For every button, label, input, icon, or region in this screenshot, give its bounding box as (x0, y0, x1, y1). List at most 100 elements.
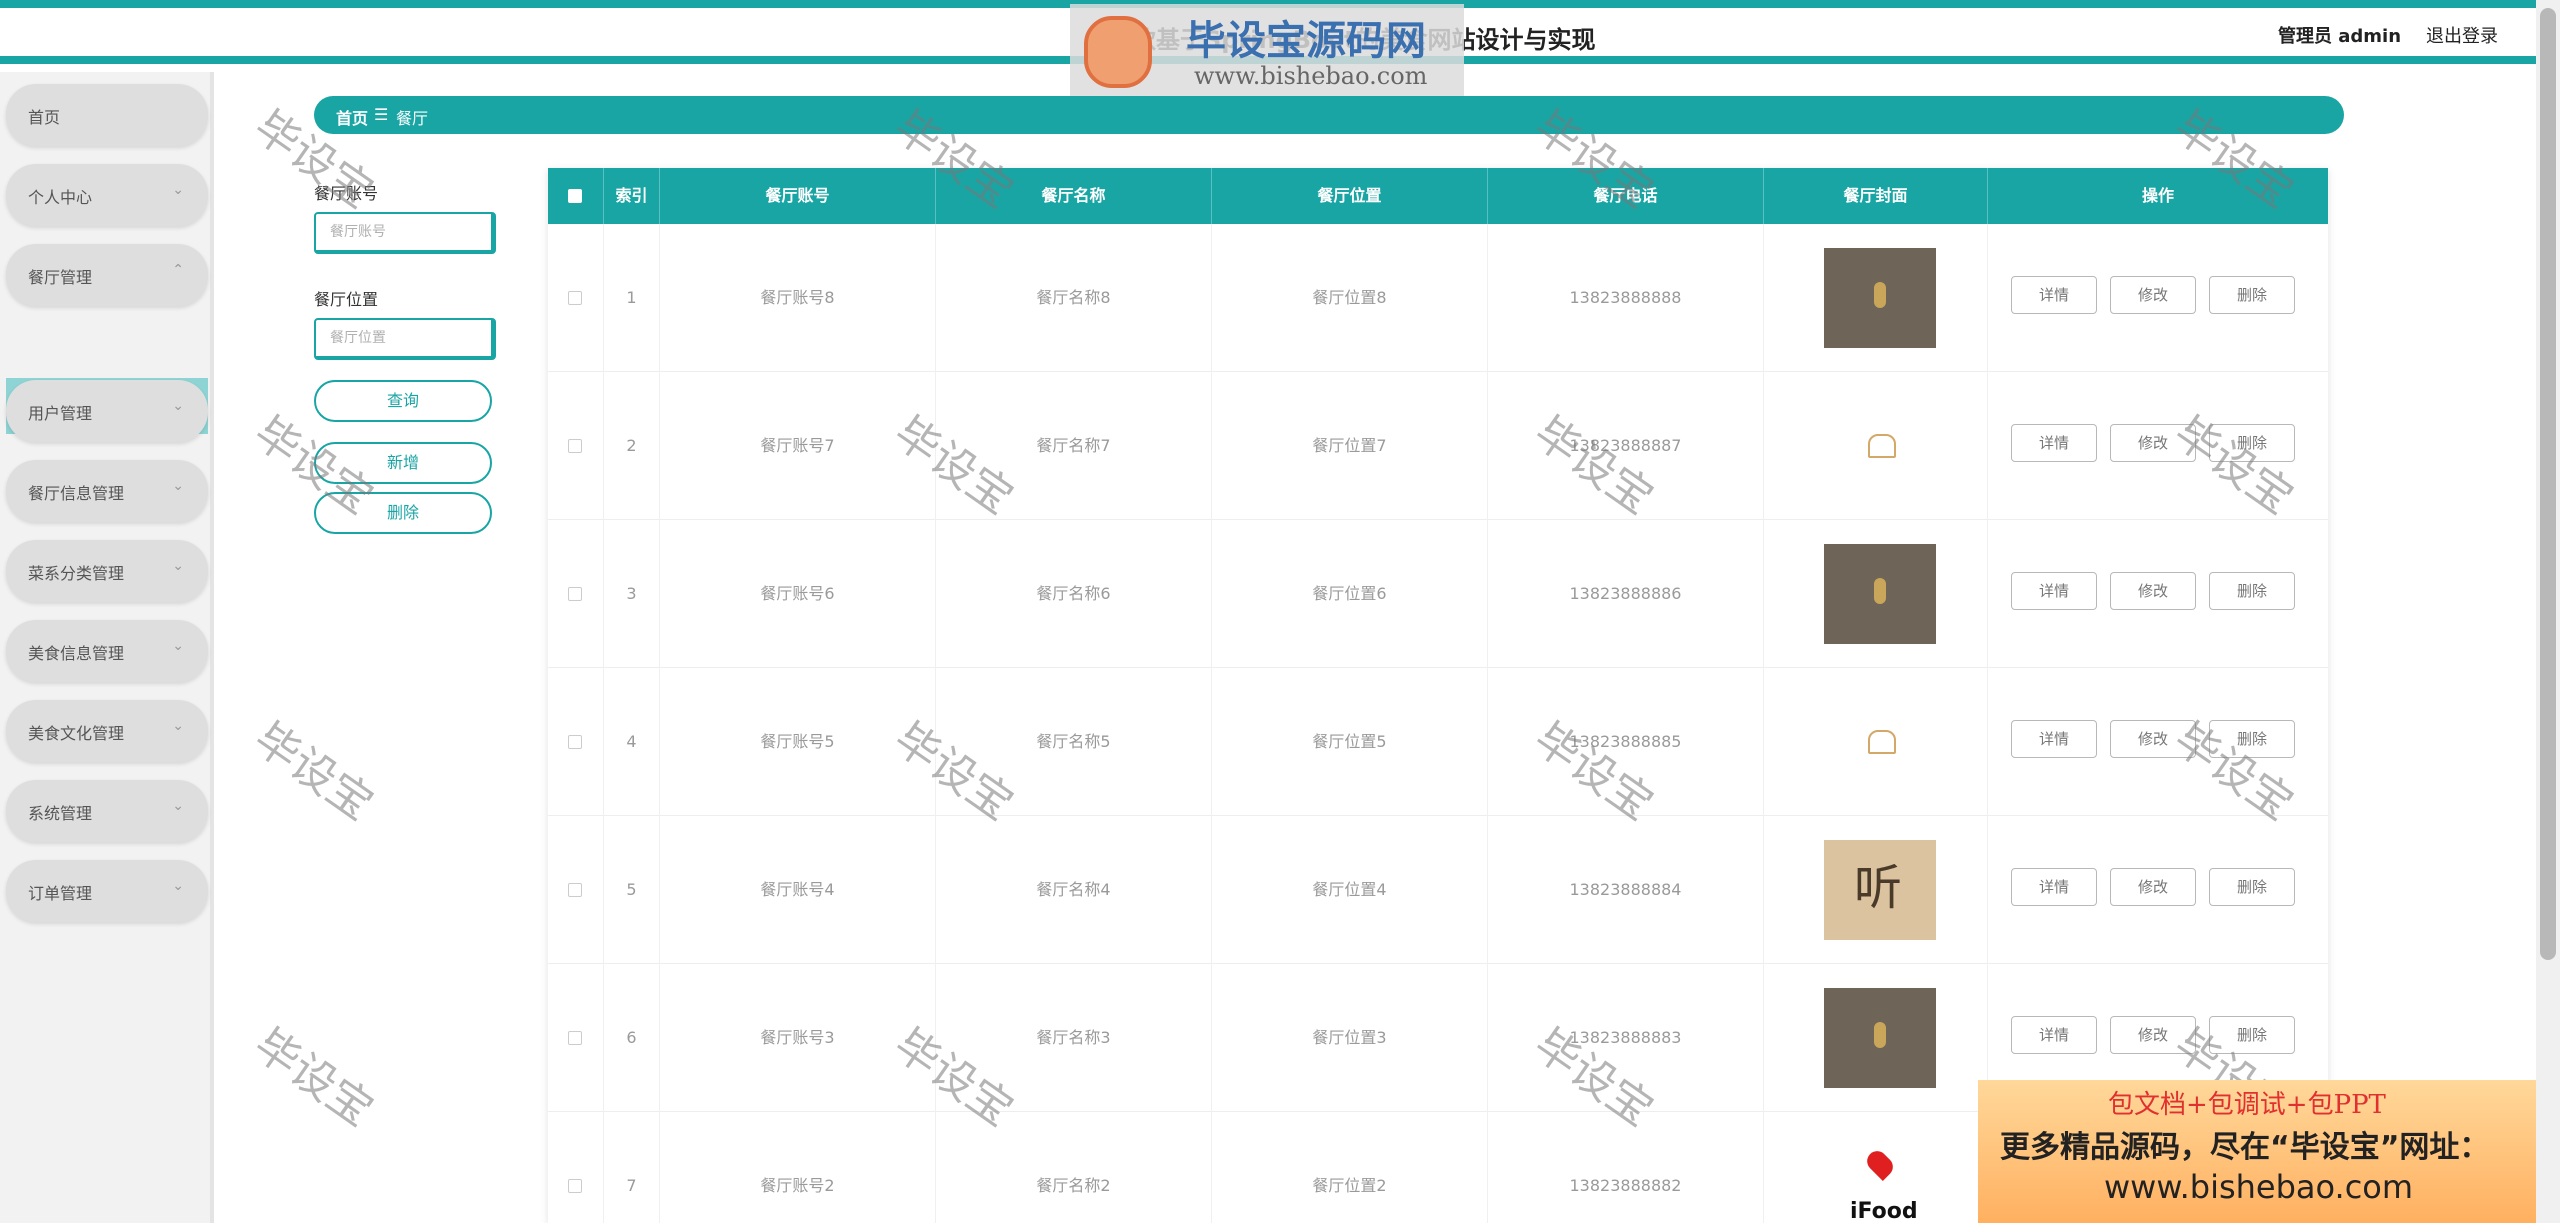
cell-phone: 13823888887 (1488, 372, 1764, 520)
sidebar-item-order-management[interactable]: 订单管理 ⌄ (6, 860, 208, 922)
sidebar-item-restaurant-info-management[interactable]: 餐厅信息管理 ⌄ (6, 460, 208, 522)
cell-account: 餐厅账号5 (660, 668, 936, 816)
cell-name: 餐厅名称2 (936, 1112, 1212, 1223)
restaurant-cover-image (1824, 692, 1936, 792)
add-button[interactable]: 新增 (314, 442, 492, 484)
table-row: 2 餐厅账号7 餐厅名称7 餐厅位置7 13823888887 详情 修改 删除 (548, 372, 2328, 520)
delete-button[interactable]: 删除 (2209, 424, 2295, 462)
logout-link[interactable]: 退出登录 (2426, 22, 2498, 48)
sidebar-item-food-info-management[interactable]: 美食信息管理 ⌄ (6, 620, 208, 682)
table-row: 5餐厅账号4餐厅名称4餐厅位置413823888884 详情修改删除 (548, 816, 2328, 964)
cell-select (548, 520, 604, 668)
sidebar-item-user-management[interactable]: 用户管理 ⌄ (6, 380, 208, 442)
breadcrumb-separator-icon: ☰ (374, 105, 389, 124)
sidebar-item-label: 首页 (28, 108, 61, 127)
detail-button[interactable]: 详情 (2011, 572, 2097, 610)
cell-account: 餐厅账号8 (660, 224, 936, 372)
ad-line-1: 包文档+包调试+包PPT (2108, 1090, 2386, 1120)
logo-url: www.bishebao.com (1194, 62, 1428, 90)
cell-location: 餐厅位置3 (1212, 964, 1488, 1112)
cell-select (548, 372, 604, 520)
column-header-account: 餐厅账号 (660, 168, 936, 224)
chevron-down-icon: ⌄ (172, 478, 184, 494)
chevron-down-icon: ⌄ (172, 182, 184, 198)
account-search-input[interactable] (314, 212, 496, 254)
ad-line-3: www.bishebao.com (2104, 1168, 2414, 1206)
ad-line-2: 更多精品源码，尽在“毕设宝”网址： (2000, 1130, 2490, 1165)
detail-button[interactable]: 详情 (2011, 276, 2097, 314)
cell-location: 餐厅位置7 (1212, 372, 1488, 520)
account-label: 餐厅账号 (314, 184, 379, 203)
cell-name: 餐厅名称5 (936, 668, 1212, 816)
table-header: 索引 餐厅账号 餐厅名称 餐厅位置 餐厅电话 餐厅封面 操作 (548, 168, 2328, 224)
column-header-cover: 餐厅封面 (1764, 168, 1988, 224)
detail-button[interactable]: 详情 (2011, 720, 2097, 758)
watermark-logo-overlay: 毕设宝源码网 www.bishebao.com (1070, 4, 1464, 100)
edit-button[interactable]: 修改 (2110, 868, 2196, 906)
breadcrumb: 首页 ☰ 餐厅 (314, 96, 2344, 134)
table-row: 1 餐厅账号8 餐厅名称8 餐厅位置8 13823888888 详情 修改 删除 (548, 224, 2328, 372)
edit-button[interactable]: 修改 (2110, 1016, 2196, 1054)
cell-name: 餐厅名称8 (936, 224, 1212, 372)
chevron-up-icon: ⌃ (172, 262, 184, 278)
restaurant-cover-image (1824, 396, 1936, 496)
select-all-checkbox[interactable] (568, 189, 582, 203)
cell-location: 餐厅位置6 (1212, 520, 1488, 668)
chevron-down-icon: ⌄ (172, 878, 184, 894)
page-scrollbar[interactable] (2536, 0, 2560, 1223)
sidebar-item-label: 用户管理 (28, 404, 93, 423)
sidebar-item-profile[interactable]: 个人中心 ⌄ (6, 164, 208, 226)
edit-button[interactable]: 修改 (2110, 276, 2196, 314)
sidebar-item-restaurant-management[interactable]: 餐厅管理 ⌃ (6, 244, 208, 306)
cell-select (548, 816, 604, 964)
breadcrumb-home[interactable]: 首页 (336, 105, 368, 129)
batch-delete-button[interactable]: 删除 (314, 492, 492, 534)
delete-button[interactable]: 删除 (2209, 276, 2295, 314)
sidebar: 首页 个人中心 ⌄ 餐厅管理 ⌃ 餐厅 用户管理 ⌄ 餐厅信息管理 ⌄ 菜系分类… (0, 72, 214, 1223)
cell-index: 3 (604, 520, 660, 668)
current-user: 管理员 admin (2278, 26, 2402, 47)
restaurant-cover-image (1824, 544, 1936, 644)
cell-phone: 13823888884 (1488, 816, 1764, 964)
chevron-down-icon: ⌄ (172, 798, 184, 814)
cell-location: 餐厅位置8 (1212, 224, 1488, 372)
sidebar-item-system-management[interactable]: 系统管理 ⌄ (6, 780, 208, 842)
cell-phone: 13823888885 (1488, 668, 1764, 816)
sidebar-item-home[interactable]: 首页 (6, 84, 208, 146)
cell-index: 5 (604, 816, 660, 964)
edit-button[interactable]: 修改 (2110, 720, 2196, 758)
ad-banner[interactable]: 包文档+包调试+包PPT 更多精品源码，尽在“毕设宝”网址： www.bishe… (1978, 1080, 2536, 1223)
delete-button[interactable]: 删除 (2209, 572, 2295, 610)
query-button[interactable]: 查询 (314, 380, 492, 422)
cell-index: 4 (604, 668, 660, 816)
watermark-text: 毕设宝 (244, 1018, 383, 1137)
mascot-icon (1084, 16, 1152, 88)
sidebar-item-label: 餐厅信息管理 (28, 484, 125, 503)
cell-index: 7 (604, 1112, 660, 1223)
location-label: 餐厅位置 (314, 290, 379, 309)
cell-location: 餐厅位置5 (1212, 668, 1488, 816)
delete-button[interactable]: 删除 (2209, 720, 2295, 758)
cell-account: 餐厅账号6 (660, 520, 936, 668)
location-search-input[interactable] (314, 318, 496, 360)
header-select-all[interactable] (548, 168, 604, 224)
table-row: 3 餐厅账号6 餐厅名称6 餐厅位置6 13823888886 详情 修改 删除 (548, 520, 2328, 668)
edit-button[interactable]: 修改 (2110, 572, 2196, 610)
restaurant-cover-image (1824, 840, 1936, 940)
delete-button[interactable]: 删除 (2209, 1016, 2295, 1054)
watermark-text: 毕设宝 (244, 712, 383, 831)
chevron-down-icon: ⌄ (172, 638, 184, 654)
cell-account: 餐厅账号3 (660, 964, 936, 1112)
scrollbar-thumb[interactable] (2540, 8, 2556, 960)
detail-button[interactable]: 详情 (2011, 424, 2097, 462)
column-header-actions: 操作 (2141, 186, 2174, 205)
sidebar-item-cuisine-category-management[interactable]: 菜系分类管理 ⌄ (6, 540, 208, 602)
logo-text: 毕设宝源码网 (1186, 18, 1426, 64)
sidebar-item-food-culture-management[interactable]: 美食文化管理 ⌄ (6, 700, 208, 762)
chevron-down-icon: ⌄ (172, 398, 184, 414)
cell-index: 1 (604, 224, 660, 372)
detail-button[interactable]: 详情 (2011, 1016, 2097, 1054)
detail-button[interactable]: 详情 (2011, 868, 2097, 906)
edit-button[interactable]: 修改 (2110, 424, 2196, 462)
delete-button[interactable]: 删除 (2209, 868, 2295, 906)
